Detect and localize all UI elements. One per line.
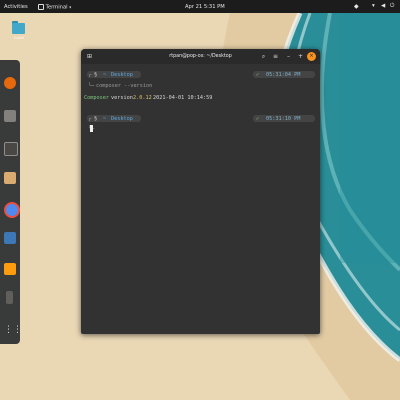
home-arrow: ~: [103, 115, 107, 122]
output-date: 2021-04-01 10:14:59: [153, 95, 213, 101]
activities-button[interactable]: Activities: [4, 4, 28, 10]
power-icon[interactable]: ⏻: [390, 3, 394, 10]
terminal-icon[interactable]: [4, 142, 18, 156]
trash-icon[interactable]: [6, 291, 13, 304]
output-app: Composer: [84, 95, 109, 101]
prompt-time: 05:31:04 PM: [266, 71, 301, 78]
status-ok-icon: ✓: [256, 71, 260, 78]
network-icon[interactable]: ▾: [372, 3, 375, 9]
screenshot-icon[interactable]: [4, 232, 16, 244]
home-arrow: ~: [103, 71, 107, 78]
close-icon[interactable]: ×: [307, 52, 316, 61]
prompt-corner: ╰─: [88, 83, 95, 89]
prompt-time: 05:31:10 PM: [266, 115, 301, 122]
output-word: version: [111, 95, 133, 101]
store-icon[interactable]: [4, 172, 16, 184]
minimize-icon[interactable]: –: [284, 52, 293, 61]
dropbox-icon[interactable]: ◆: [354, 3, 359, 10]
terminal-app-icon: [38, 3, 44, 10]
prompt-corner: ╭: [88, 71, 92, 78]
folder-body: [12, 23, 25, 34]
folder-label: turtel: [14, 36, 24, 40]
cwd: Desktop: [111, 115, 133, 122]
command-line: composer --version: [96, 83, 153, 89]
user-icon: §: [94, 115, 98, 122]
cwd: Desktop: [111, 71, 133, 78]
menu-icon[interactable]: ≡: [271, 52, 280, 61]
terminal-window[interactable]: ⊞ rtpan@pop-os: ~/Desktop ⌕ ≡ – + × ╭ § …: [81, 49, 320, 334]
apps-grid-icon[interactable]: ⋮⋮: [4, 324, 22, 336]
prompt-corner: ╭: [88, 115, 92, 122]
top-bar: Activities Terminal ▾ Apr 21 5:31 PM ◆ ▾…: [0, 0, 400, 13]
app-menu[interactable]: Terminal ▾: [38, 3, 72, 10]
chevron-down-icon: ▾: [69, 4, 72, 9]
user-icon: §: [94, 71, 98, 78]
terminal-headerbar: ⊞ rtpan@pop-os: ~/Desktop ⌕ ≡ – + ×: [81, 49, 320, 64]
dock: ⋮⋮: [0, 60, 22, 344]
desktop-folder[interactable]: turtel: [10, 21, 28, 46]
volume-icon[interactable]: ◀: [381, 3, 385, 9]
maximize-icon[interactable]: +: [296, 52, 305, 61]
firefox-icon[interactable]: [4, 77, 16, 89]
chrome-icon[interactable]: [4, 202, 20, 218]
output-version: 2.0.12: [133, 95, 152, 101]
cursor: [90, 125, 93, 132]
status-ok-icon: ✓: [256, 115, 260, 122]
search-icon[interactable]: ⌕: [259, 52, 268, 61]
app-menu-label: Terminal: [45, 4, 68, 10]
clock[interactable]: Apr 21 5:31 PM: [185, 4, 225, 10]
sublime-icon[interactable]: [4, 263, 16, 275]
files-icon[interactable]: [4, 110, 16, 122]
